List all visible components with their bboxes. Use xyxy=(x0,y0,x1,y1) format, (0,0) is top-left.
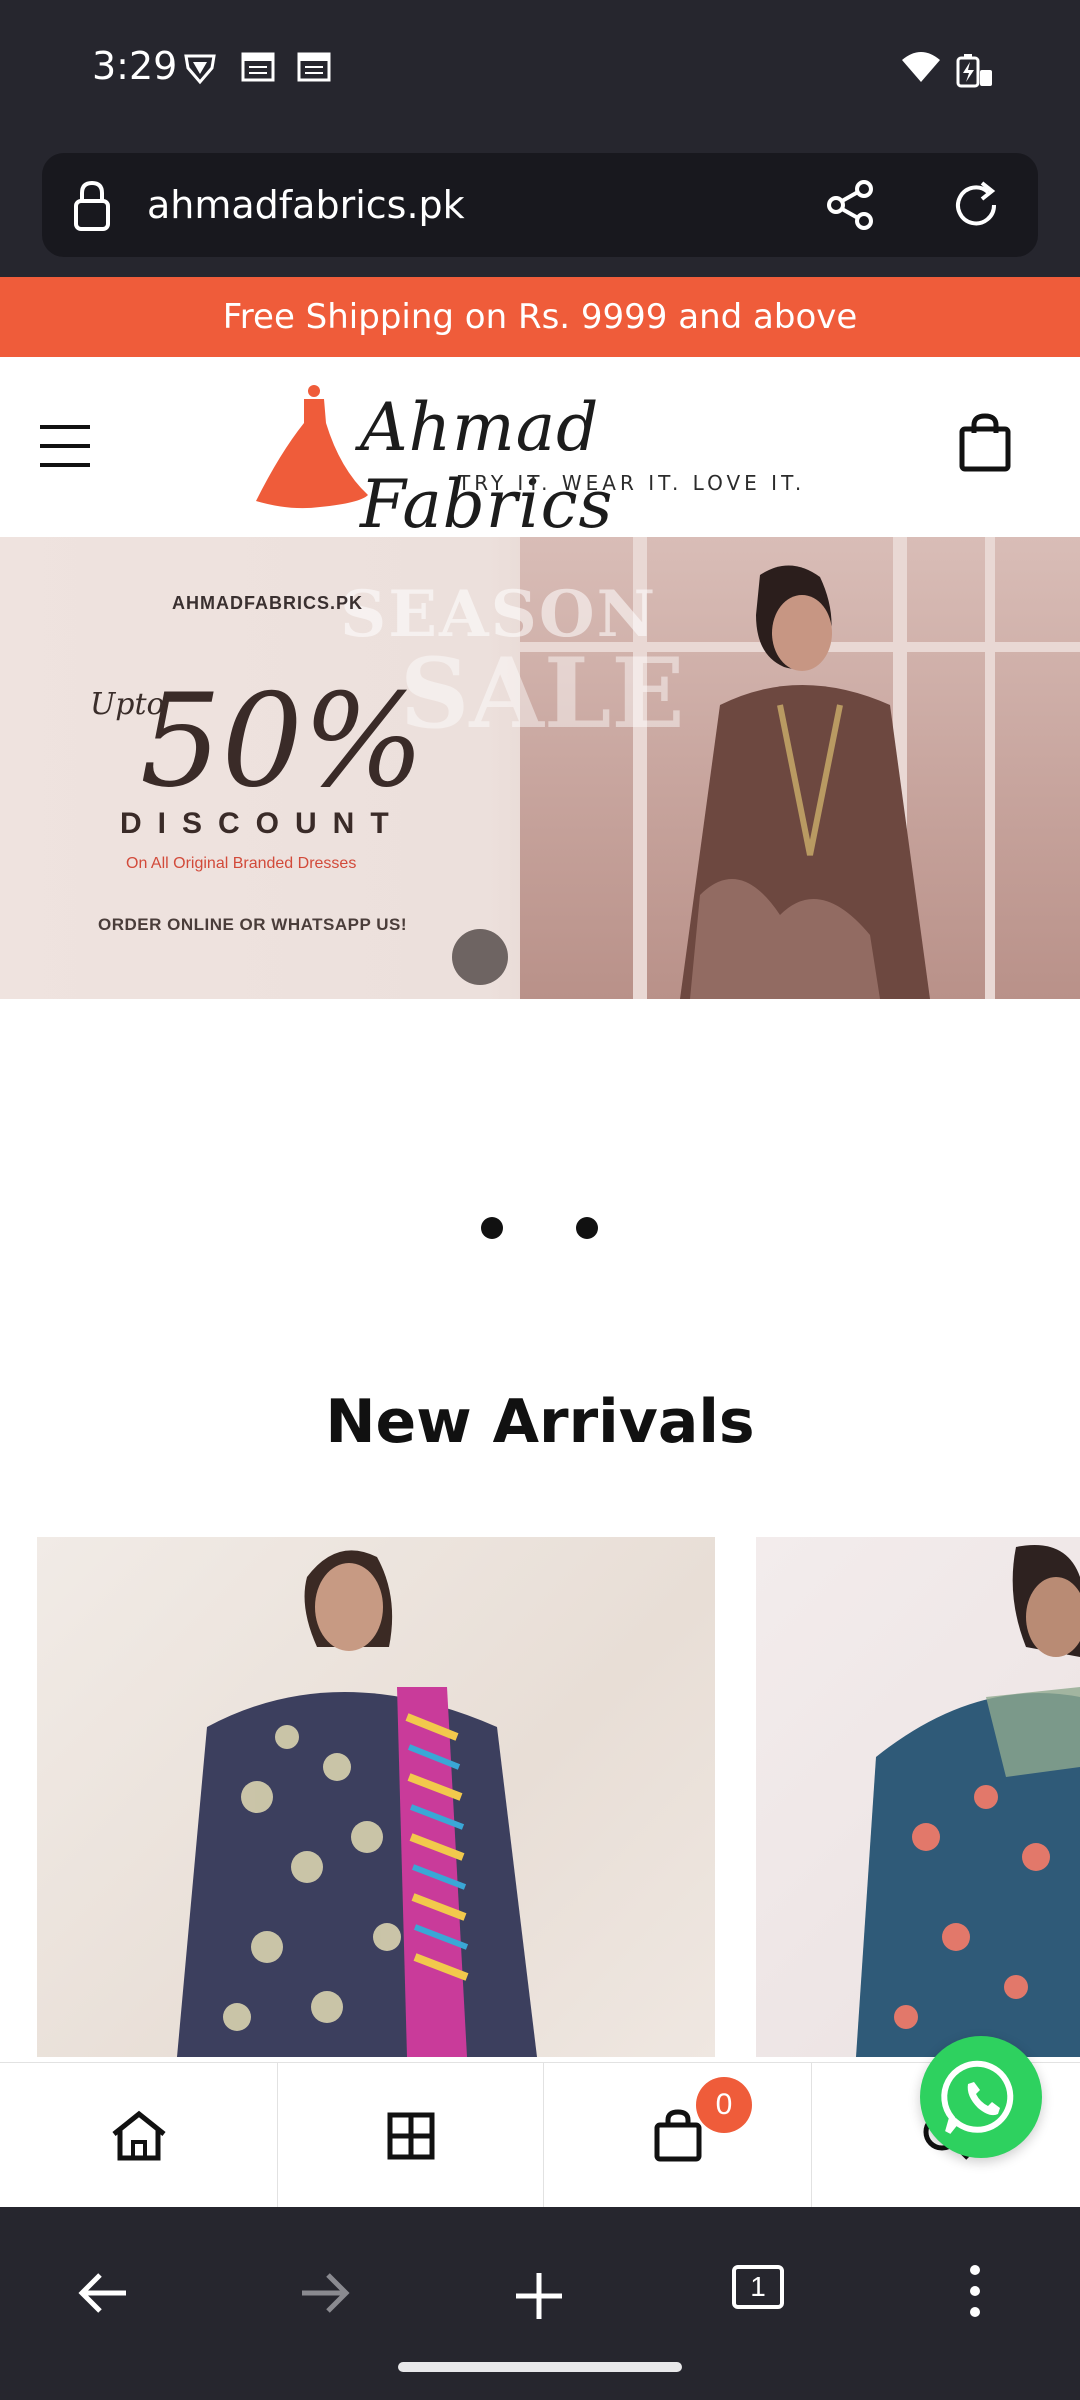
menu-icon[interactable] xyxy=(38,423,92,469)
shop-bottom-nav xyxy=(0,2062,1080,2207)
banner-logo-badge xyxy=(452,929,508,985)
back-arrow-icon[interactable] xyxy=(78,2271,130,2315)
home-indicator[interactable] xyxy=(398,2362,682,2372)
banner-cta: ORDER ONLINE OR WHATSAPP US! xyxy=(98,915,407,934)
banner-discount: DISCOUNT xyxy=(120,807,405,840)
nav-cart[interactable] xyxy=(544,2063,812,2207)
promo-banner[interactable]: SEASON SALE AHMADFABRICS.PK Upto 50% DIS… xyxy=(0,537,1080,999)
forward-arrow-icon[interactable] xyxy=(298,2271,350,2315)
whatsapp-button[interactable] xyxy=(920,2036,1042,2158)
carousel-dot[interactable] xyxy=(576,1217,598,1239)
banner-bg-sale: SALE xyxy=(400,637,685,750)
wifi-icon xyxy=(902,52,940,82)
dress-logo-icon xyxy=(256,385,368,509)
calendar-icon xyxy=(297,52,331,82)
shopping-bag-icon[interactable] xyxy=(958,413,1012,473)
logo-name: Ahmad Fabrics xyxy=(360,389,614,543)
grid-icon[interactable] xyxy=(387,2112,435,2160)
site-header: Ahmad Fabrics TRY IT. WEAR IT. LOVE IT. xyxy=(0,357,1080,543)
url-text[interactable]: ahmadfabrics.pk xyxy=(147,183,465,227)
product-card[interactable] xyxy=(756,1537,1080,2057)
promo-bar: Free Shipping on Rs. 9999 and above xyxy=(0,277,1080,357)
lock-icon[interactable] xyxy=(70,177,114,233)
site-logo[interactable]: Ahmad Fabrics TRY IT. WEAR IT. LOVE IT. xyxy=(250,379,830,543)
battery-charging-icon xyxy=(956,54,992,88)
banner-site-name: AHMADFABRICS.PK xyxy=(172,593,364,613)
calendar-icon xyxy=(241,52,275,82)
banner-subtitle: On All Original Branded Dresses xyxy=(126,855,357,872)
status-time: 3:29 xyxy=(92,44,178,88)
home-icon[interactable] xyxy=(110,2110,168,2162)
reload-icon[interactable] xyxy=(948,177,1004,233)
product-image xyxy=(177,1550,537,2057)
new-tab-plus-icon[interactable] xyxy=(514,2271,564,2321)
whatsapp-icon xyxy=(941,2060,1014,2134)
nav-categories[interactable] xyxy=(278,2063,544,2207)
banner-percent: 50% xyxy=(140,667,425,816)
model-figure xyxy=(680,565,930,999)
section-title-new-arrivals: New Arrivals xyxy=(325,1387,755,1457)
more-vertical-icon[interactable] xyxy=(962,2263,988,2319)
cart-icon[interactable] xyxy=(653,2108,703,2163)
cart-count-badge: 0 xyxy=(696,2077,752,2133)
nav-home[interactable] xyxy=(0,2063,278,2207)
share-icon[interactable] xyxy=(822,177,878,233)
status-bar: 3:29 xyxy=(0,0,1080,140)
address-bar[interactable]: ahmadfabrics.pk xyxy=(42,153,1038,257)
carousel-dot[interactable] xyxy=(481,1217,503,1239)
product-image xyxy=(856,1545,1080,2057)
webpage: Free Shipping on Rs. 9999 and above Ahma… xyxy=(0,277,1080,2207)
vpn-shield-icon xyxy=(184,54,216,85)
tab-count-icon[interactable]: 1 xyxy=(732,2265,784,2309)
logo-tagline: TRY IT. WEAR IT. LOVE IT. xyxy=(458,471,806,495)
product-card[interactable] xyxy=(37,1537,715,2057)
